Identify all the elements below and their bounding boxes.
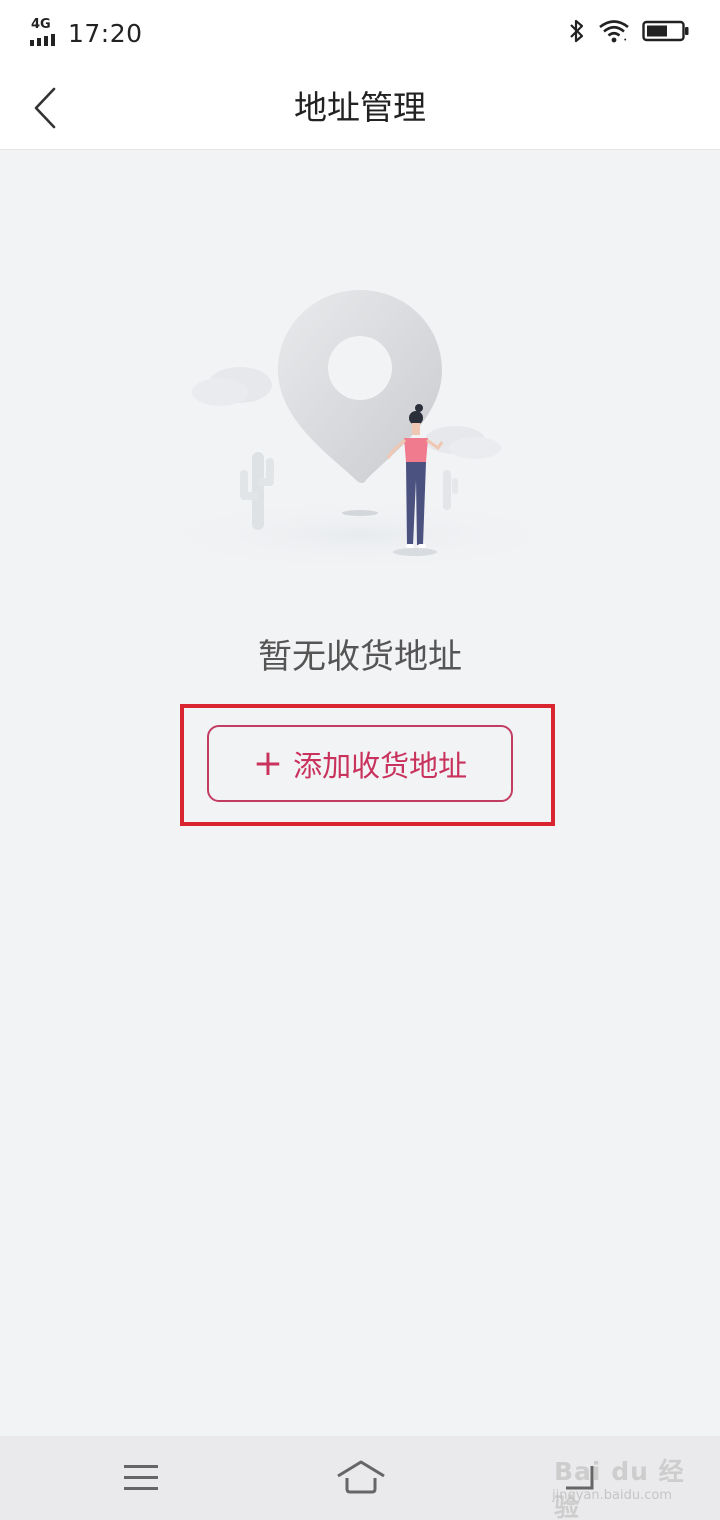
watermark-brand: Bai du 经验 [554, 1457, 685, 1520]
add-address-button[interactable]: + 添加收货地址 [207, 725, 513, 802]
network-type: 4G [31, 17, 51, 32]
battery-icon [642, 19, 690, 47]
chevron-left-icon [34, 87, 56, 129]
nav-bar: 地址管理 [0, 66, 720, 150]
empty-illustration [130, 280, 590, 573]
status-left: 4G 17:20 [30, 14, 143, 52]
wifi-icon: • [598, 19, 630, 47]
watermark: Bai du 经验 jingyan.baidu.com [552, 1440, 692, 1520]
add-address-label: 添加收货地址 [293, 748, 468, 783]
menu-icon[interactable] [118, 1460, 164, 1496]
watermark-url: jingyan.baidu.com [552, 1488, 672, 1503]
back-button[interactable] [18, 80, 72, 136]
svg-text:•: • [624, 37, 627, 43]
status-right: • [568, 16, 690, 50]
status-time: 17:20 [68, 18, 143, 48]
status-bar: 4G 17:20 • [0, 0, 720, 66]
bluetooth-icon [568, 18, 586, 48]
page-title: 地址管理 [294, 88, 426, 127]
signal-icon: 4G [30, 18, 62, 48]
home-icon[interactable] [334, 1456, 388, 1498]
plus-icon: + [252, 742, 284, 784]
empty-message: 暂无收货地址 [258, 637, 462, 677]
